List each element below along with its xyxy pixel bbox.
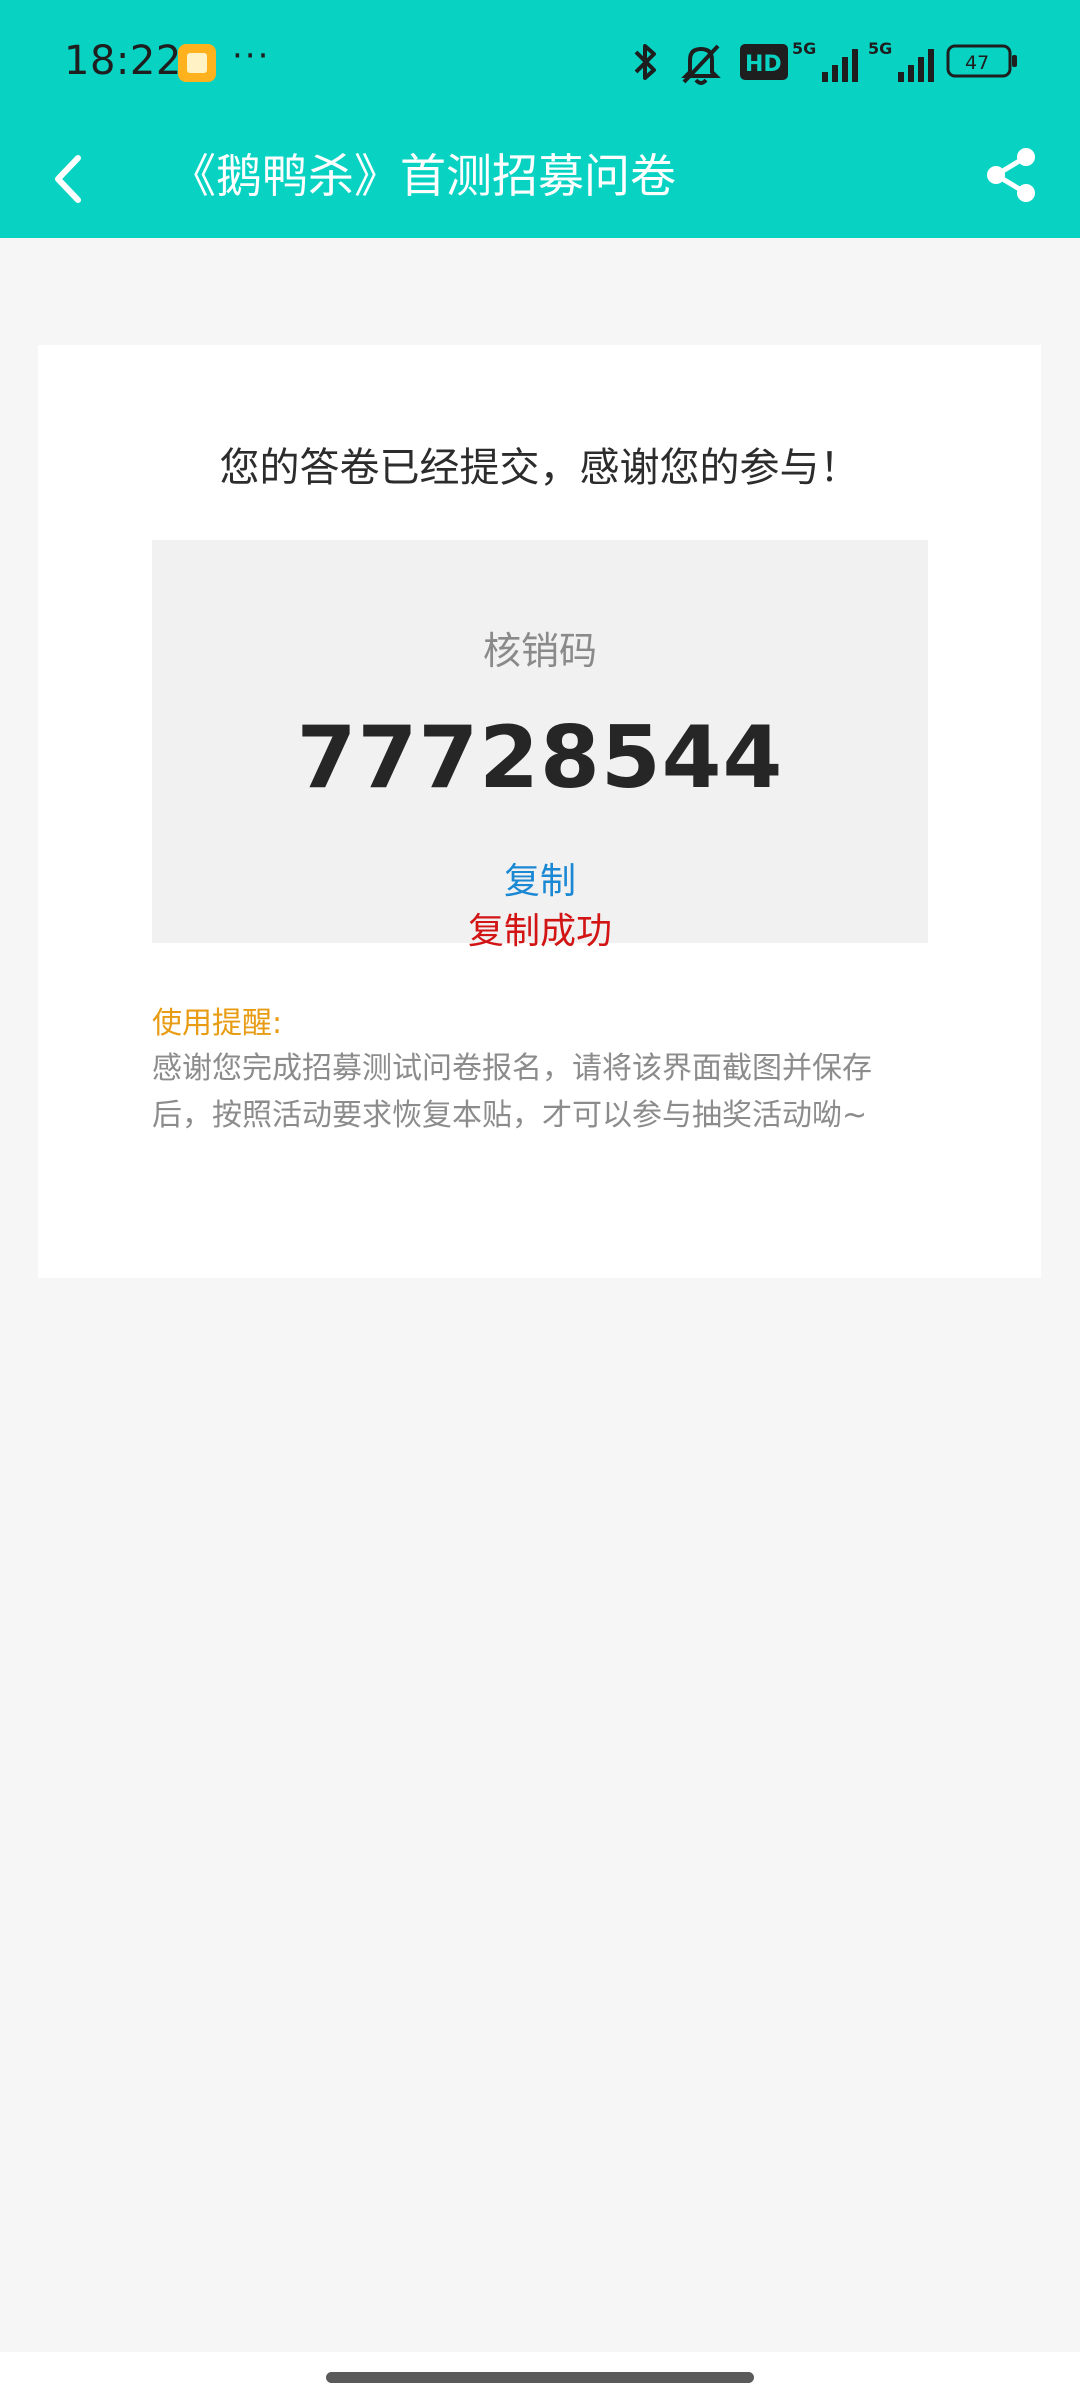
- top-bar: 18:22 ··· HD 5G 5G 47 《鹅鸭杀》首测招募问卷: [0, 0, 1080, 238]
- more-notifications-icon: ···: [232, 36, 271, 76]
- result-card: 您的答卷已经提交，感谢您的参与！ 核销码 77728544 复制 复制成功 使用…: [38, 345, 1041, 1278]
- home-indicator[interactable]: [326, 2372, 754, 2383]
- submission-message: 您的答卷已经提交，感谢您的参与！: [219, 445, 860, 491]
- hd-icon: HD: [740, 44, 788, 80]
- signal-icon: 5G: [792, 39, 858, 82]
- svg-text:5G: 5G: [868, 39, 892, 58]
- status-bar: 18:22 ··· HD 5G 5G 47: [0, 0, 1080, 126]
- copy-success-text: 复制成功: [467, 911, 612, 952]
- tip-text: 感谢您完成招募测试问卷报名，请将该界面截图并保存后，按照活动要求恢复本贴，才可以…: [152, 1051, 872, 1133]
- verification-code-box: 核销码 77728544 复制 复制成功: [152, 540, 928, 952]
- copy-button[interactable]: 复制: [152, 852, 928, 904]
- back-button[interactable]: [40, 144, 100, 214]
- svg-text:5G: 5G: [792, 39, 816, 58]
- battery-icon: 47: [946, 44, 1017, 78]
- share-button[interactable]: [978, 140, 1044, 210]
- code-label: 核销码: [482, 629, 597, 673]
- svg-text:47: 47: [965, 52, 989, 74]
- signal-icon: 5G: [868, 39, 934, 82]
- app-header: 《鹅鸭杀》首测招募问卷: [0, 126, 1080, 238]
- chevron-left-icon: [55, 155, 81, 203]
- bluetooth-icon: [634, 44, 656, 80]
- svg-text:HD: HD: [745, 52, 782, 77]
- page-title: 《鹅鸭杀》首测招募问卷: [170, 149, 676, 203]
- tip-title: 使用提醒:: [152, 1006, 283, 1041]
- code-value: 77728544: [296, 708, 784, 808]
- status-time: 18:22: [64, 38, 182, 84]
- mute-icon: [681, 44, 721, 85]
- share-icon: [987, 148, 1035, 202]
- notification-app-icon: [178, 44, 216, 82]
